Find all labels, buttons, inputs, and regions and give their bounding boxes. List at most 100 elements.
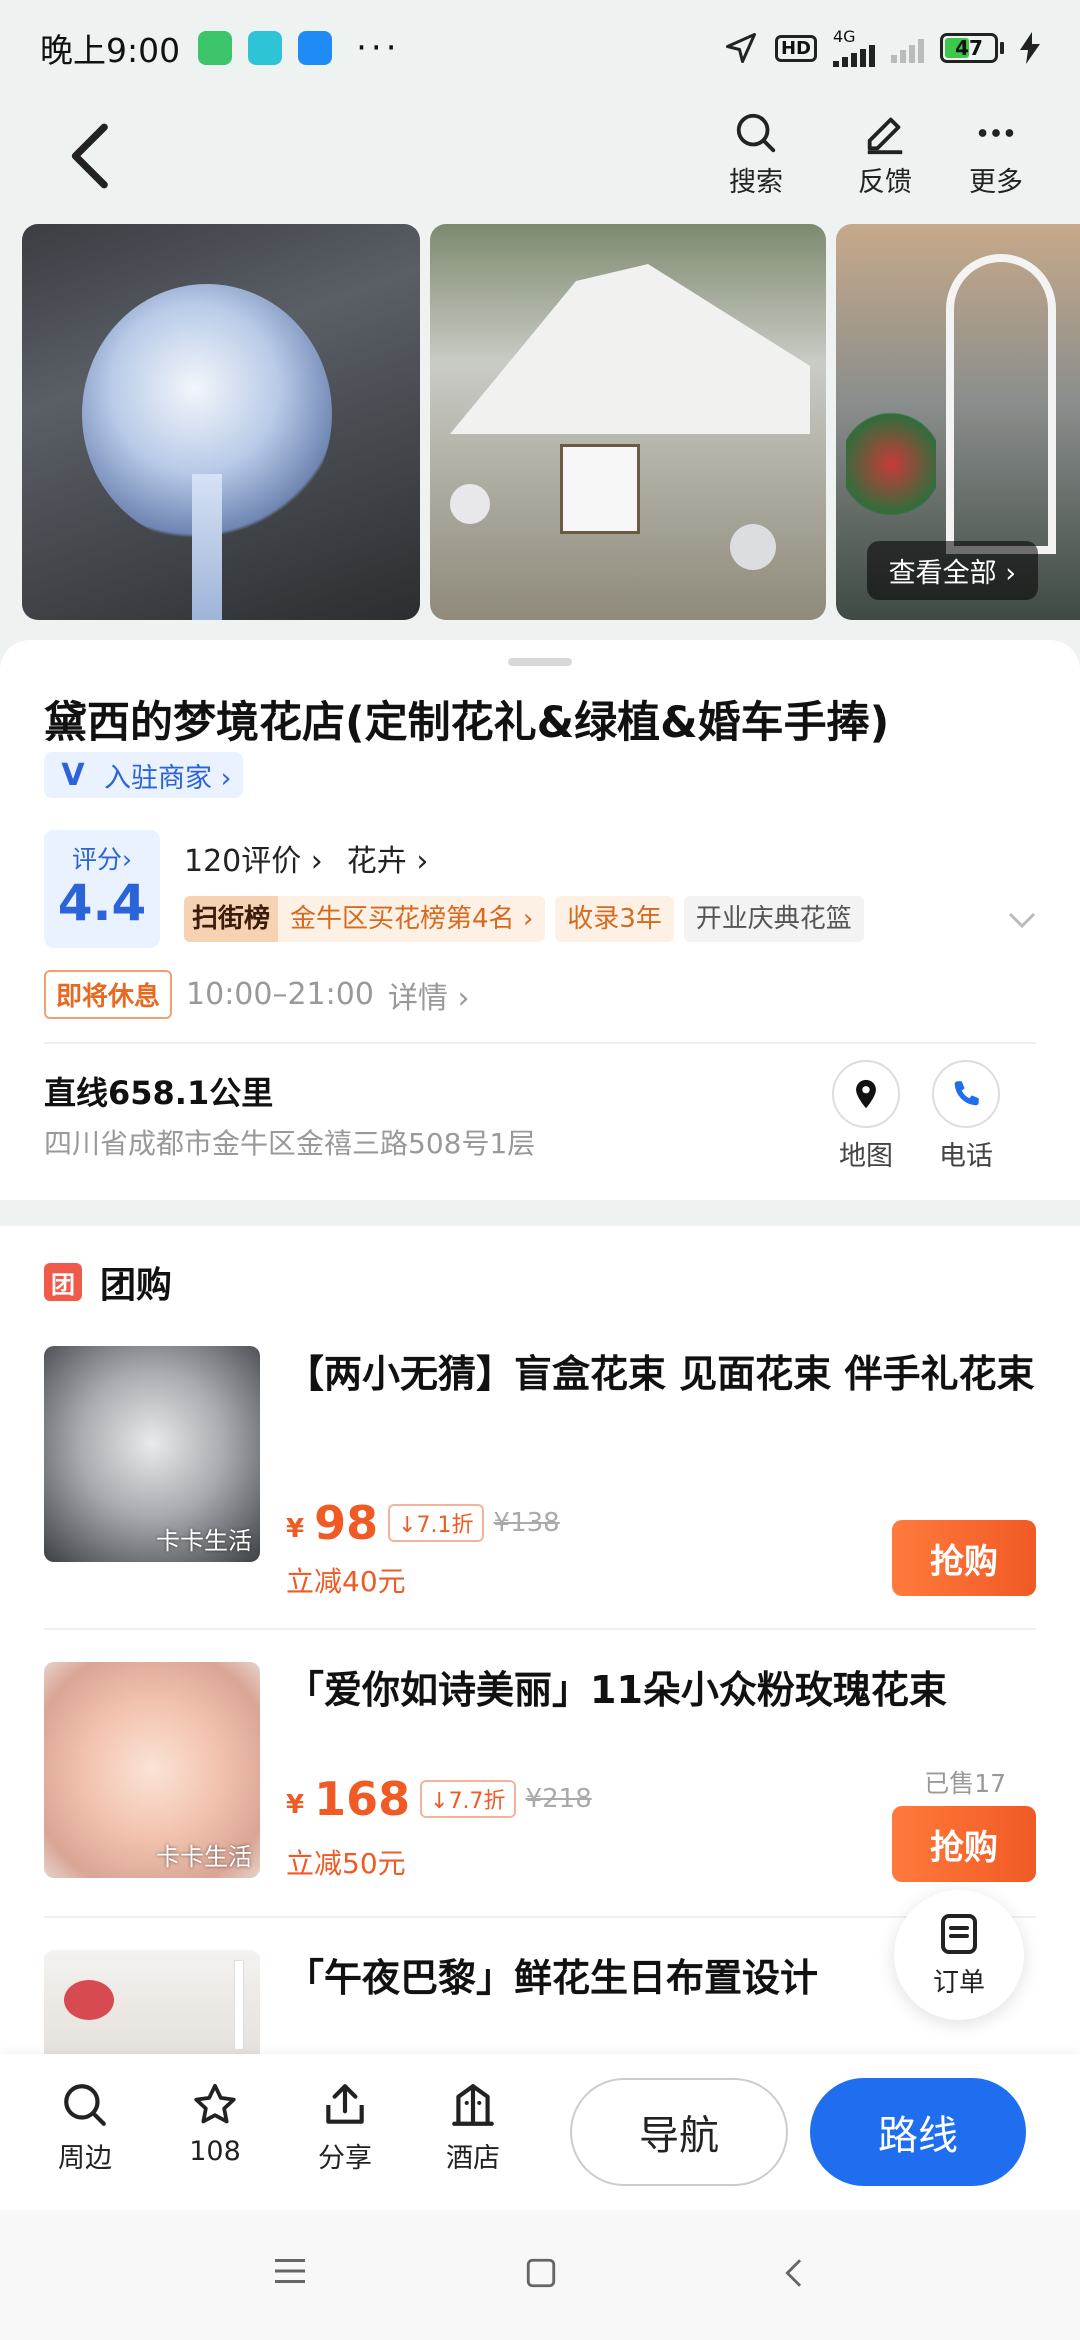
deal-image-watermark: 卡卡生活 [156, 1527, 252, 1555]
divider [44, 1628, 1036, 1630]
order-button[interactable]: 订单 [894, 1890, 1024, 2020]
sold-count: 已售17 [924, 1769, 1006, 1798]
rating-box[interactable]: 评分› 4.4 [44, 830, 160, 948]
ranking-text: 金牛区买花榜第4名 › [290, 904, 534, 934]
phone-label: 电话 [939, 1141, 993, 1172]
search-button[interactable]: 搜索 [716, 110, 796, 199]
feature-tag: 开业庆典花篮 [683, 896, 864, 942]
deal-image[interactable] [44, 1950, 260, 2070]
gallery-photo-bouquet[interactable] [22, 224, 420, 620]
distance-text: 直线658.1公里 [44, 1074, 274, 1112]
favorites-count: 108 [189, 2136, 241, 2167]
group-buy-title: 团购 [100, 1265, 173, 1306]
ranking-tag[interactable]: 扫街榜 金牛区买花榜第4名 › [184, 896, 546, 942]
buy-button[interactable]: 抢购 [892, 1806, 1036, 1882]
back-arrow-icon[interactable] [58, 120, 118, 192]
map-pin-icon [856, 1079, 876, 1109]
feedback-button[interactable]: 反馈 [845, 110, 925, 199]
hotel-button[interactable]: 酒店 [428, 2080, 518, 2175]
search-icon [736, 113, 776, 153]
gallery-photo-tent[interactable] [430, 224, 826, 620]
order-list-icon [941, 1914, 977, 1954]
navigate-button[interactable]: 导航 [570, 2078, 788, 2186]
rating-label: 评分› [72, 845, 132, 874]
battery-icon: 47 [940, 33, 1004, 63]
map-label: 地图 [839, 1141, 893, 1172]
building-icon [452, 2084, 494, 2126]
deal-price-line: ¥ 168 ↓7.7折 ¥218 [286, 1772, 592, 1826]
merchant-badge-label: 入驻商家 › [104, 762, 232, 794]
feedback-label: 反馈 [858, 167, 912, 198]
store-name: 黛西的梦境花店(定制花礼&绿植&婚车手捧) [44, 698, 890, 748]
signal-strength-2-icon [891, 33, 924, 63]
status-bar: 晚上9:00 ··· HD 4G 47 [0, 0, 1080, 96]
business-hours[interactable]: 即将休息 10:00–21:00 详情 › [44, 970, 469, 1019]
network-type: 4G [833, 27, 856, 46]
more-button[interactable]: 更多 [956, 110, 1036, 199]
location-arrow-icon [725, 33, 756, 63]
address-text[interactable]: 四川省成都市金牛区金禧三路508号1层 [44, 1122, 535, 1162]
photo-gallery[interactable]: 查看全部 › [22, 224, 1080, 620]
category-link[interactable]: 花卉 › [347, 836, 429, 880]
battery-level: 47 [955, 36, 983, 60]
deal-title: 【两小无猜】盲盒花束 见面花束 伴手礼花束 [286, 1352, 1035, 1396]
discount-text: 7.7折 [448, 1789, 506, 1814]
star-icon [194, 2083, 236, 2124]
map-button[interactable]: 地图 [826, 1060, 906, 1173]
wechat-icon [198, 31, 233, 65]
message-app-icon [248, 31, 283, 65]
bottom-action-bar: 周边 108 分享 酒店 导航 路线 [0, 2054, 1080, 2210]
share-label: 分享 [318, 2143, 372, 2174]
route-button[interactable]: 路线 [810, 2078, 1026, 2186]
rating-score: 4.4 [57, 874, 147, 932]
group-deal-item[interactable]: 「午夜巴黎」鲜花生日布置设计 [44, 1950, 1036, 2070]
menu-icon[interactable] [272, 2256, 308, 2290]
favorite-button[interactable]: 108 [170, 2080, 260, 2167]
group-buy-header: 团 团购 [44, 1256, 172, 1308]
deal-savings: 立减50元 [286, 1847, 406, 1880]
hotel-label: 酒店 [446, 2143, 500, 2174]
top-nav: 搜索 反馈 更多 [0, 100, 1080, 210]
back-icon[interactable] [780, 2256, 806, 2294]
deal-price: 168 [314, 1772, 411, 1826]
ranking-key: 扫街榜 [184, 896, 279, 942]
deal-image[interactable]: 卡卡生活 [44, 1346, 260, 1562]
hours-text: 10:00–21:00 [186, 977, 374, 1012]
more-dots-icon [978, 129, 1014, 137]
divider [44, 1042, 1036, 1044]
order-label: 订单 [932, 1968, 985, 1998]
reviews-link[interactable]: 120评价 › [184, 836, 323, 880]
charging-icon [1020, 32, 1040, 64]
see-all-photos-button[interactable]: 查看全部 › [866, 541, 1038, 600]
buy-button[interactable]: 抢购 [892, 1520, 1036, 1596]
hd-icon: HD [774, 34, 817, 62]
deal-price-line: ¥ 98 ↓7.1折 ¥138 [286, 1496, 560, 1550]
deal-savings: 立减40元 [286, 1565, 406, 1598]
group-deal-item[interactable]: 卡卡生活 【两小无猜】盲盒花束 见面花束 伴手礼花束 ¥ 98 ↓7.1折 ¥1… [44, 1346, 1036, 1598]
rating-meta: 120评价 › 花卉 › [184, 836, 428, 880]
verified-v-icon: V [61, 757, 85, 793]
phone-icon [954, 1081, 979, 1106]
merchant-badge[interactable]: V 入驻商家 › [44, 752, 244, 798]
store-tags: 扫街榜 金牛区买花榜第4名 › 收录3年 开业庆典花篮 [184, 896, 864, 942]
discount-badge: ↓7.1折 [388, 1504, 484, 1542]
hours-details-link[interactable]: 详情 › [388, 973, 470, 1017]
deal-title: 「爱你如诗美丽」11朵小众粉玫瑰花束 [286, 1668, 947, 1712]
currency-symbol: ¥ [286, 1514, 305, 1544]
home-icon[interactable] [524, 2256, 558, 2294]
group-buy-icon: 团 [44, 1263, 82, 1301]
share-icon [326, 2084, 364, 2124]
drag-handle[interactable] [508, 658, 572, 666]
discount-badge: ↓7.7折 [420, 1780, 516, 1818]
deal-image[interactable]: 卡卡生活 [44, 1662, 260, 1878]
group-deal-item[interactable]: 卡卡生活 「爱你如诗美丽」11朵小众粉玫瑰花束 已售17 ¥ 168 ↓7.7折… [44, 1662, 1036, 1912]
phone-button[interactable]: 电话 [926, 1060, 1006, 1173]
chevron-down-icon[interactable] [1004, 902, 1040, 938]
deal-price: 98 [314, 1496, 379, 1550]
more-notifications-icon: ··· [356, 28, 401, 68]
share-button[interactable]: 分享 [300, 2080, 390, 2175]
nearby-button[interactable]: 周边 [40, 2080, 130, 2175]
signal-strength-icon [833, 45, 875, 67]
status-badge: 即将休息 [44, 970, 173, 1019]
store-info-card: 黛西的梦境花店(定制花礼&绿植&婚车手捧) V 入驻商家 › 评分› 4.4 1… [0, 640, 1080, 1200]
